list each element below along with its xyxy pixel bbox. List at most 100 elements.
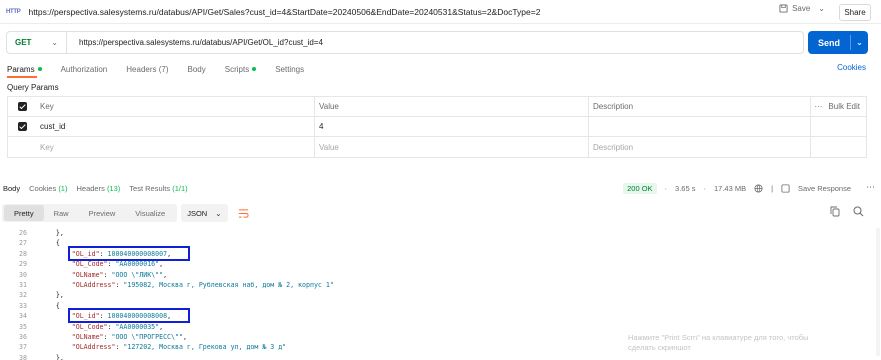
table-header-row: Key Value Description ··· Bulk Edit [8,97,866,117]
bulk-edit-button[interactable]: Bulk Edit [828,102,860,111]
line-number: 34 [19,312,27,321]
response-toolbar: Pretty Raw Preview Visualize JSON ⌄ [0,202,881,224]
chevron-down-icon[interactable]: ⌄ [818,4,825,13]
code-line[interactable]: }, [40,291,64,299]
json-punct [40,312,72,320]
tab-pretty[interactable]: Pretty [4,205,44,221]
method-select[interactable]: GET ⌄ [7,32,67,53]
param-value-field[interactable]: 4 [315,117,589,136]
copy-icon[interactable] [830,206,840,217]
json-punct: }, [40,353,64,360]
format-select[interactable]: JSON ⌄ [181,204,228,222]
more-options-icon[interactable]: ⋯ [866,182,875,193]
param-description-field[interactable] [589,117,811,136]
tab-params-label: Params [7,64,35,74]
url-input[interactable]: https://perspectiva.salesystems.ru/datab… [67,38,323,47]
code-line[interactable]: "OL_Code": "АА0000035", [40,323,163,331]
line-number: 35 [19,322,27,331]
tab-test-results[interactable]: Test Results (1/1) [129,184,187,193]
row-actions-cell [811,137,866,157]
json-value: "АА0000016" [115,260,160,269]
tab-count: (1) [58,184,68,193]
tab-preview[interactable]: Preview [79,205,126,221]
tab-body[interactable]: Body [188,62,206,76]
param-key-field[interactable]: cust_id [36,117,315,136]
url-bar: GET ⌄ https://perspectiva.salesystems.ru… [6,31,804,54]
tab-raw[interactable]: Raw [44,205,79,221]
tab-params[interactable]: Params [7,62,42,76]
tab-dot-indicator [37,67,42,71]
send-label: Send [817,37,840,48]
line-number: 33 [19,301,27,310]
status-badge[interactable]: 200 OK [623,183,657,194]
tab-scripts-label: Scripts [224,64,250,74]
json-value: "ООО \"ЛИК\"" [111,270,164,279]
tab-visualize[interactable]: Visualize [125,205,175,221]
tab-response-cookies[interactable]: Cookies (1) [29,184,67,193]
table-row: cust_id 4 [8,117,866,137]
tab-count: (1/1) [172,184,188,193]
response-time[interactable]: 3.65 s [675,184,695,193]
watermark: Нажмите "Print Scrn" на клавиатуре для т… [628,333,808,353]
code-line[interactable]: "OLName": "ООО \"ЛИК\"", [40,271,167,279]
search-icon[interactable] [853,206,864,217]
new-key-field[interactable]: Key [36,137,315,157]
json-punct [40,260,72,268]
request-title[interactable]: https://perspectiva.salesystems.ru/datab… [28,7,540,17]
tab-label: Cookies [29,184,57,193]
json-punct [40,323,72,331]
globe-icon[interactable] [754,184,763,193]
send-button[interactable]: Send ⌄ [808,31,868,54]
json-key: "OLAddress" [71,281,116,289]
tab-dot-indicator [252,67,257,71]
code-line[interactable]: { [40,302,60,310]
save-icon [779,4,788,13]
share-button[interactable]: Share [839,4,871,21]
send-options-chevron-icon[interactable]: ⌄ [851,38,868,47]
code-line[interactable]: "OLAddress": "195082, Москва г, Рублевск… [40,281,334,289]
watermark-line: Нажмите "Print Scrn" на клавиатуре для т… [628,333,809,342]
line-number: 27 [19,239,27,248]
code-line[interactable]: { [40,239,60,247]
json-value: "127202, Москва г, Грекова ул, дом № 3 д… [123,343,287,352]
separator-dot: · [703,184,706,193]
tab-authorization[interactable]: Authorization [61,62,108,76]
tab-label: Headers [76,184,105,193]
code-line[interactable]: "OLName": "ООО \"ПРОГРЕСС\"", [40,333,187,341]
select-all-checkbox[interactable] [17,102,27,111]
json-key: "OLName" [71,270,104,279]
cookies-link[interactable]: Cookies [837,63,866,72]
watermark-line: сделать скриншот [628,343,691,352]
code-line[interactable]: }, [40,229,64,237]
tab-scripts[interactable]: Scripts [224,62,257,76]
query-params-table: Key Value Description ··· Bulk Edit cust… [7,96,867,158]
json-punct [40,343,72,351]
tab-headers[interactable]: Headers (7) [126,62,168,76]
code-line[interactable]: "OL_Code": "АА0000016", [40,260,163,268]
new-value-field[interactable]: Value [315,137,589,157]
save-response-button[interactable]: Save Response [798,184,851,193]
select-all-cell [8,97,36,116]
new-description-field[interactable]: Description [589,137,811,157]
line-number: 30 [19,270,27,279]
wrap-lines-icon[interactable] [236,205,252,221]
json-punct [40,281,72,289]
json-key: "OL_Code" [71,260,108,269]
row-checkbox[interactable] [17,122,27,131]
save-button[interactable]: Save ⌄ [779,4,825,13]
tab-response-headers[interactable]: Headers (13) [76,184,120,193]
scrollbar[interactable] [876,228,880,356]
more-options-icon[interactable]: ··· [814,102,822,111]
bulk-edit-cell: ··· Bulk Edit [811,97,866,116]
code-line[interactable]: "OLAddress": "127202, Москва г, Грекова … [40,343,286,351]
tab-response-body[interactable]: Body [3,184,20,193]
line-number: 26 [19,229,27,237]
line-number: 28 [19,249,27,258]
response-size[interactable]: 17.43 MB [714,184,746,193]
code-line[interactable]: }, [40,354,64,360]
highlight-box [68,245,190,261]
response-tabs: Body Cookies (1) Headers (13) Test Resul… [3,184,197,193]
chevron-down-icon: ⌄ [215,208,222,218]
tab-settings[interactable]: Settings [275,62,304,76]
row-check-cell [8,117,36,136]
